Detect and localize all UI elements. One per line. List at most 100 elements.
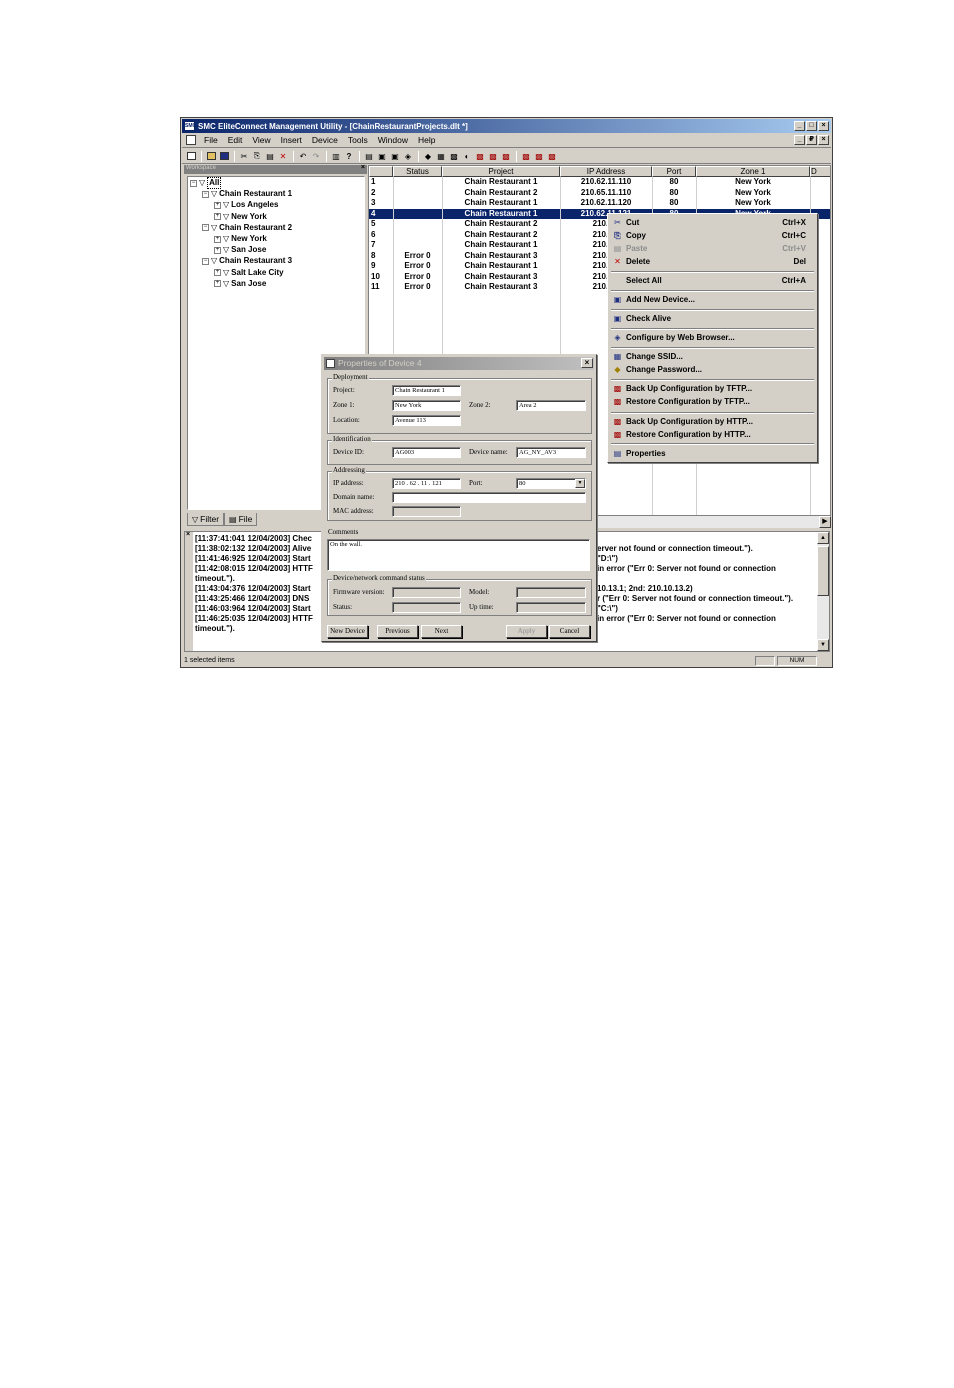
child-close-button[interactable]: × bbox=[818, 135, 829, 145]
dialog-close-button[interactable]: × bbox=[581, 358, 593, 368]
context-menu-item[interactable]: ▣ Add New Device... bbox=[610, 294, 815, 306]
child-minimize-button[interactable]: _ bbox=[794, 135, 805, 145]
minimize-button[interactable]: _ bbox=[794, 121, 805, 131]
project-field[interactable]: Chain Restaurant 1 bbox=[392, 385, 461, 396]
context-menu-item[interactable]: ▩ Restore Configuration by TFTP... bbox=[610, 396, 815, 408]
expand-toggle-icon[interactable]: + bbox=[214, 269, 221, 277]
context-menu-item[interactable]: ◈ Configure by Web Browser... bbox=[610, 332, 815, 344]
maximize-button[interactable]: □ bbox=[806, 121, 817, 131]
ip-address-field[interactable]: 210 . 62 . 11 . 121 bbox=[392, 478, 461, 489]
workspace-close-icon[interactable]: × bbox=[361, 164, 365, 171]
add-device-icon[interactable]: ▣ bbox=[376, 151, 388, 162]
help-icon[interactable]: ? bbox=[343, 151, 355, 162]
context-menu-item[interactable]: ▤ Paste Ctrl+V bbox=[610, 243, 815, 255]
log-panel-grip[interactable]: × bbox=[185, 532, 193, 651]
tree-node[interactable]: + ▽ Los Angeles bbox=[214, 200, 278, 210]
backup-http-icon[interactable]: ▩ bbox=[500, 151, 512, 162]
document-icon[interactable] bbox=[186, 135, 196, 145]
expand-toggle-icon[interactable]: + bbox=[214, 246, 221, 254]
ssid-icon[interactable]: ▦ bbox=[435, 151, 447, 162]
expand-toggle-icon[interactable]: + bbox=[214, 213, 221, 221]
delete-icon[interactable]: ✕ bbox=[277, 151, 289, 162]
menu-insert[interactable]: Insert bbox=[276, 135, 307, 145]
zone2-field[interactable]: Area 2 bbox=[516, 400, 586, 411]
copy-icon[interactable]: ⎘ bbox=[251, 151, 263, 162]
menu-window[interactable]: Window bbox=[373, 135, 413, 145]
next-button[interactable]: Next bbox=[421, 625, 462, 638]
batch-restore-icon[interactable]: ▩ bbox=[533, 151, 545, 162]
column-header[interactable]: Project bbox=[442, 166, 560, 177]
expand-toggle-icon[interactable]: + bbox=[214, 235, 221, 243]
column-header[interactable]: Port bbox=[652, 166, 696, 177]
properties-icon[interactable]: ▤ bbox=[363, 151, 375, 162]
expand-toggle-icon[interactable]: − bbox=[190, 179, 197, 187]
tab-filter[interactable]: ▽ Filter bbox=[187, 513, 225, 526]
tree-node[interactable]: + ▽ San Jose bbox=[214, 279, 266, 289]
expand-toggle-icon[interactable]: − bbox=[202, 190, 209, 198]
context-menu-item[interactable]: ▤ Properties bbox=[610, 448, 815, 460]
tree-node[interactable]: − ▽ Chain Restaurant 2 bbox=[202, 223, 292, 233]
check-alive-icon[interactable]: ▣ bbox=[389, 151, 401, 162]
redo-icon[interactable]: ↷ bbox=[310, 151, 322, 162]
table-row[interactable]: 3 Chain Restaurant 1 210.62.11.120 80 New Yo… bbox=[369, 198, 830, 209]
context-menu-item[interactable]: ▦ Change SSID... bbox=[610, 351, 815, 363]
password-icon[interactable]: ◆ bbox=[422, 151, 434, 162]
tree-node[interactable]: − ▽ All bbox=[190, 177, 222, 189]
dialog-title-bar[interactable]: Properties of Device 4 × bbox=[324, 357, 594, 370]
close-button[interactable]: × bbox=[818, 121, 829, 131]
web-browser-icon[interactable]: ◈ bbox=[402, 151, 414, 162]
batch-upgrade-icon[interactable]: ▩ bbox=[546, 151, 558, 162]
cancel-button[interactable]: Cancel bbox=[549, 625, 590, 638]
domain-name-field[interactable] bbox=[392, 492, 586, 503]
location-field[interactable]: Avenue 113 bbox=[392, 415, 461, 426]
device-icon[interactable]: ▩ bbox=[448, 151, 460, 162]
log-vertical-scrollbar[interactable]: ▲ ▼ bbox=[817, 532, 829, 651]
context-menu-item[interactable]: ▩ Restore Configuration by HTTP... bbox=[610, 429, 815, 441]
scroll-right-icon[interactable]: ▶ bbox=[819, 516, 831, 528]
tree-node[interactable]: − ▽ Chain Restaurant 1 bbox=[202, 189, 292, 199]
table-row[interactable]: 2 Chain Restaurant 2 210.65.11.110 80 New Yo… bbox=[369, 188, 830, 199]
context-menu-item[interactable]: ▩ Back Up Configuration by HTTP... bbox=[610, 416, 815, 428]
menu-file[interactable]: File bbox=[199, 135, 223, 145]
title-bar[interactable]: SMC SMC EliteConnect Management Utility … bbox=[182, 119, 831, 133]
log-close-icon[interactable]: × bbox=[186, 532, 190, 538]
scroll-down-icon[interactable]: ▼ bbox=[817, 639, 829, 651]
menu-edit[interactable]: Edit bbox=[223, 135, 248, 145]
apply-button[interactable]: Apply bbox=[506, 625, 547, 638]
zone1-field[interactable]: New York bbox=[392, 400, 461, 411]
context-menu-item[interactable]: ◆ Change Password... bbox=[610, 364, 815, 376]
previous-button[interactable]: Previous bbox=[377, 625, 418, 638]
context-menu-item[interactable]: ✕ Delete Del bbox=[610, 256, 815, 268]
batch-backup-icon[interactable]: ▩ bbox=[520, 151, 532, 162]
cut-icon[interactable]: ✂ bbox=[238, 151, 250, 162]
new-icon[interactable] bbox=[185, 151, 197, 162]
backup-tftp-icon[interactable]: ▩ bbox=[474, 151, 486, 162]
context-menu-item[interactable]: ▩ Back Up Configuration by TFTP... bbox=[610, 383, 815, 395]
tree-node[interactable]: − ▽ Chain Restaurant 3 bbox=[202, 256, 292, 266]
context-menu-item[interactable]: ⎘ Copy Ctrl+C bbox=[610, 230, 815, 242]
expand-toggle-icon[interactable]: + bbox=[214, 201, 221, 209]
scroll-up-icon[interactable]: ▲ bbox=[817, 532, 829, 544]
tree-node[interactable]: + ▽ San Jose bbox=[214, 245, 266, 255]
tab-file[interactable]: ▤ File bbox=[224, 513, 258, 526]
chevron-down-icon[interactable]: ▼ bbox=[575, 479, 585, 488]
tree-node[interactable]: + ▽ New York bbox=[214, 234, 267, 244]
tree-node[interactable]: + ▽ New York bbox=[214, 212, 267, 222]
paste-icon[interactable]: ▤ bbox=[264, 151, 276, 162]
undo-icon[interactable]: ↶ bbox=[297, 151, 309, 162]
menu-device[interactable]: Device bbox=[307, 135, 343, 145]
menu-view[interactable]: View bbox=[247, 135, 275, 145]
menu-help[interactable]: Help bbox=[413, 135, 440, 145]
column-header[interactable]: D bbox=[810, 166, 830, 177]
print-icon[interactable]: ▥ bbox=[330, 151, 342, 162]
column-header[interactable]: IP Address bbox=[560, 166, 652, 177]
comments-textarea[interactable]: On the wall. bbox=[327, 539, 590, 571]
context-menu-item[interactable]: ✂ Cut Ctrl+X bbox=[610, 217, 815, 229]
context-menu-item[interactable]: ▣ Check Alive bbox=[610, 313, 815, 325]
expand-toggle-icon[interactable]: − bbox=[202, 224, 209, 232]
device-name-field[interactable]: AG_NY_AV3 bbox=[516, 447, 586, 458]
expand-toggle-icon[interactable]: + bbox=[214, 280, 221, 288]
save-icon[interactable] bbox=[218, 151, 230, 162]
table-row[interactable]: 1 Chain Restaurant 1 210.62.11.110 80 New Yo… bbox=[369, 177, 830, 188]
scroll-thumb[interactable] bbox=[817, 546, 829, 596]
